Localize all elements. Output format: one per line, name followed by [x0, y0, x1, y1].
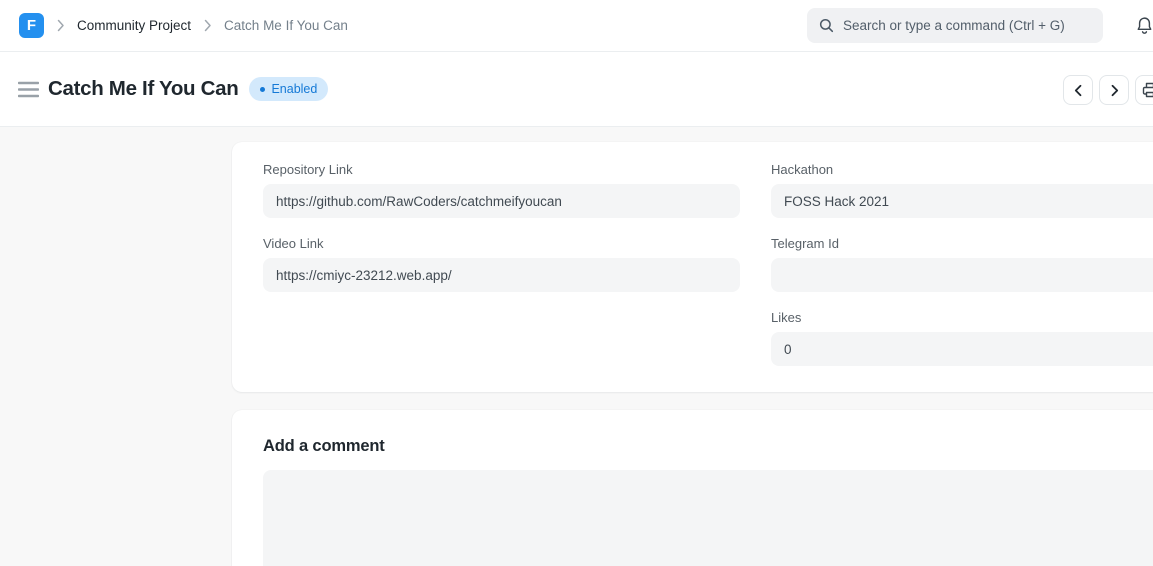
details-section-card: Repository Link Hackathon Video Link Tel… — [232, 142, 1153, 392]
search-input[interactable] — [843, 18, 1091, 33]
chevron-left-icon — [1072, 84, 1085, 97]
global-search[interactable] — [807, 8, 1103, 43]
navbar: F Community Project Catch Me If You Can — [0, 0, 1153, 52]
header-actions — [1063, 75, 1153, 105]
page-title: Catch Me If You Can — [48, 77, 238, 101]
telegram-id-input[interactable] — [771, 258, 1153, 292]
status-dot-icon — [260, 87, 265, 92]
next-document-button[interactable] — [1099, 75, 1129, 105]
field-label: Likes — [771, 310, 1153, 325]
notifications-bell-icon[interactable] — [1136, 16, 1153, 35]
field-label: Video Link — [263, 236, 740, 251]
main-content: Repository Link Hackathon Video Link Tel… — [0, 128, 1153, 566]
form-grid: Repository Link Hackathon Video Link Tel… — [263, 162, 1153, 366]
search-icon — [819, 18, 834, 33]
field-label: Hackathon — [771, 162, 1153, 177]
field-likes: Likes — [771, 310, 1153, 366]
repository-link-input[interactable] — [263, 184, 740, 218]
field-hackathon: Hackathon — [771, 162, 1153, 218]
print-button[interactable] — [1135, 75, 1153, 105]
app-logo-icon[interactable]: F — [19, 13, 44, 38]
field-label: Repository Link — [263, 162, 740, 177]
status-badge-label: Enabled — [271, 82, 317, 96]
chevron-right-icon — [203, 19, 212, 32]
field-label: Telegram Id — [771, 236, 1153, 251]
field-repository-link: Repository Link — [263, 162, 740, 218]
video-link-input[interactable] — [263, 258, 740, 292]
status-badge: Enabled — [249, 77, 328, 101]
field-video-link: Video Link — [263, 236, 740, 292]
prev-document-button[interactable] — [1063, 75, 1093, 105]
page-header: Catch Me If You Can Enabled — [0, 52, 1153, 127]
likes-input[interactable] — [771, 332, 1153, 366]
chevron-right-icon — [1108, 84, 1121, 97]
comments-section-card: Add a comment — [232, 410, 1153, 566]
breadcrumb-current-doc: Catch Me If You Can — [224, 18, 348, 33]
comment-textarea[interactable] — [263, 470, 1153, 566]
chevron-right-icon — [56, 19, 65, 32]
breadcrumb-community-project[interactable]: Community Project — [77, 18, 191, 33]
hackathon-input[interactable] — [771, 184, 1153, 218]
add-comment-heading: Add a comment — [263, 437, 1153, 456]
field-telegram-id: Telegram Id — [771, 236, 1153, 292]
sidebar-toggle-icon[interactable] — [18, 81, 39, 98]
printer-icon — [1142, 82, 1153, 98]
